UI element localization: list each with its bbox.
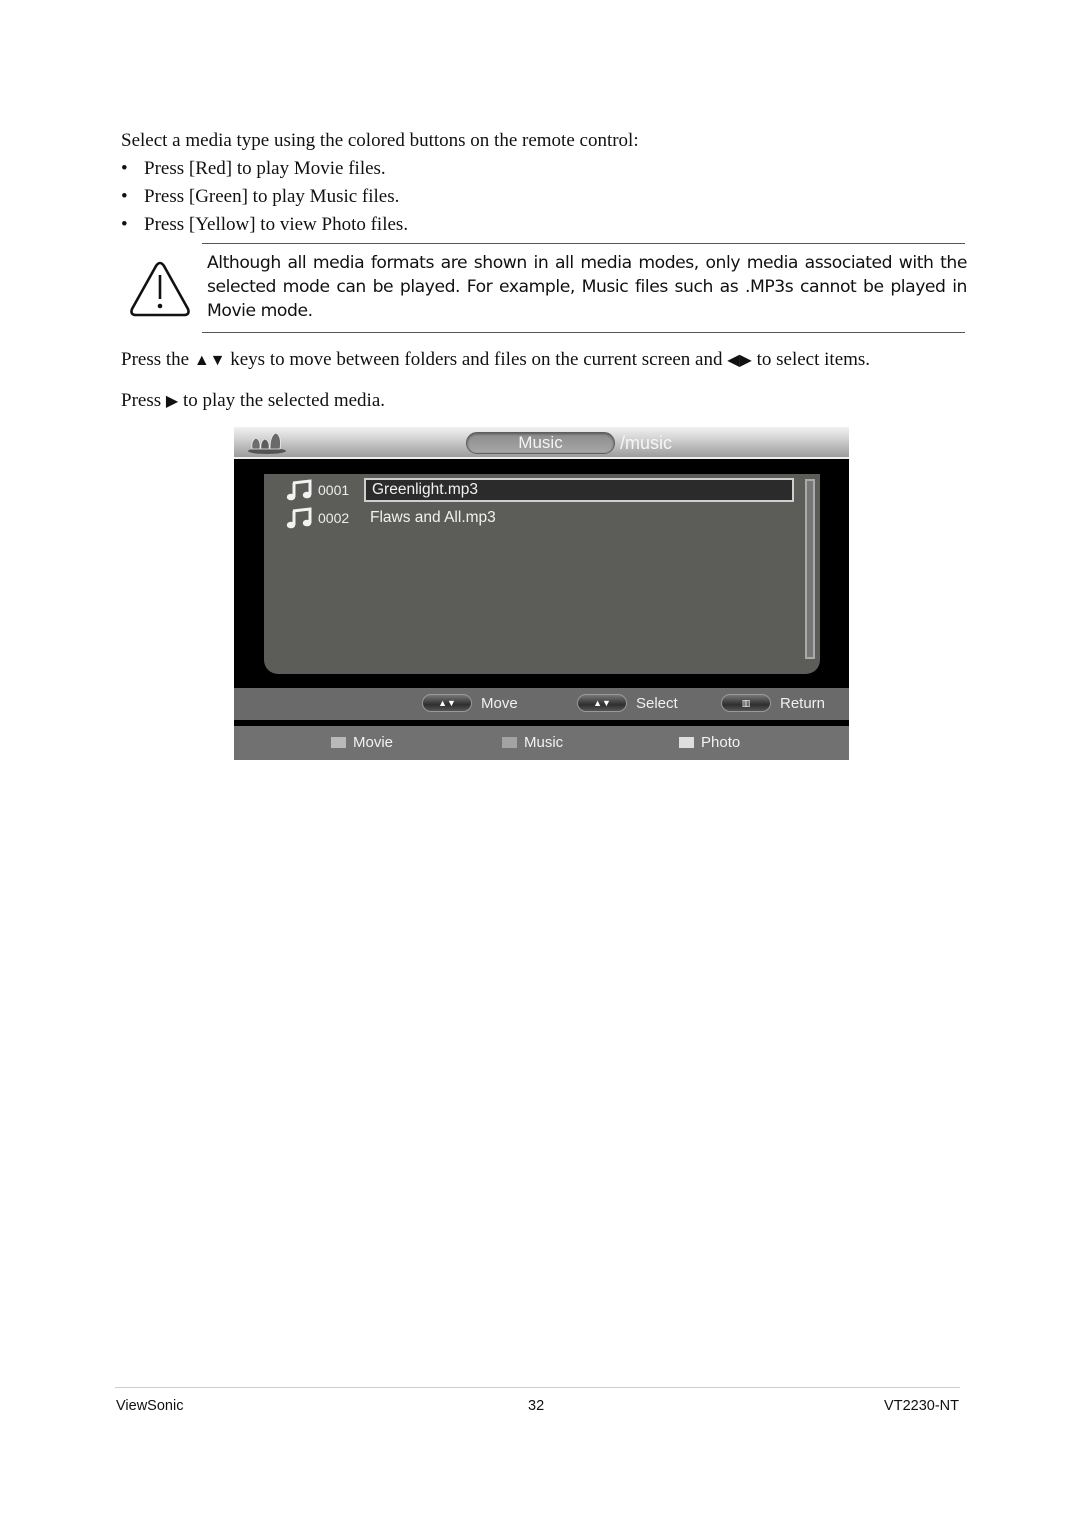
media-browser-header: Music /music: [234, 427, 849, 459]
bullet-marker: •: [121, 158, 128, 179]
footer-model: VT2230-NT: [884, 1398, 959, 1414]
up-down-arrows-icon: ▲▼: [422, 694, 472, 712]
bullet-text: Press [Red] to play Movie files.: [144, 158, 386, 179]
up-down-arrows-icon: ▲▼: [577, 694, 627, 712]
current-path: /music: [620, 433, 673, 453]
mode-label: Music: [524, 734, 564, 751]
mode-bar: Movie Music Photo: [234, 726, 849, 760]
navigation-instruction: Press the ▲▼ keys to move between folder…: [121, 349, 870, 371]
instruction-text: to play the selected media.: [178, 390, 385, 411]
help-return: ▥ Return: [721, 694, 825, 712]
color-swatch-icon: [679, 737, 694, 748]
file-index: 0001: [318, 482, 350, 498]
instruction-text: Press the: [121, 349, 194, 370]
help-bar: ▲▼ Move ▲▼ Select ▥ Return: [234, 688, 849, 720]
music-note-icon: [286, 479, 312, 501]
left-right-arrows-icon: ◀▶: [727, 352, 752, 369]
mode-photo-button[interactable]: Photo: [679, 734, 740, 751]
mode-label: Movie: [353, 734, 394, 751]
warning-icon: [130, 261, 190, 317]
instruction-text: to select items.: [751, 349, 871, 370]
media-mode-label: Music: [466, 432, 615, 454]
mode-label: Photo: [701, 734, 741, 751]
help-label: Move: [481, 694, 518, 712]
mode-music-button[interactable]: Music: [502, 734, 563, 751]
file-name: Greenlight.mp3: [364, 478, 794, 502]
note-text: Although all media formats are shown in …: [207, 253, 967, 321]
bullet-item: • Press [Yellow] to view Photo files.: [121, 211, 639, 239]
file-row-selected[interactable]: 0001 Greenlight.mp3: [286, 478, 794, 502]
file-list: 0001 Greenlight.mp3 0002 Flaws and All.m…: [264, 474, 820, 674]
music-note-icon: [286, 507, 312, 529]
color-swatch-icon: [331, 737, 346, 748]
instruction-text: Press: [121, 390, 166, 411]
menu-icon: ▥: [721, 694, 771, 712]
note-bottom-rule: [202, 332, 965, 333]
instruction-text: keys to move between folders and files o…: [225, 349, 728, 370]
page-number: 32: [528, 1398, 545, 1414]
footer-brand: ViewSonic: [116, 1398, 184, 1414]
file-list-scrollbar[interactable]: [805, 479, 815, 659]
bullet-item: • Press [Green] to play Music files.: [121, 183, 639, 211]
file-row[interactable]: 0002 Flaws and All.mp3: [286, 507, 496, 529]
help-move: ▲▼ Move: [422, 694, 518, 712]
intro-section: Select a media type using the colored bu…: [121, 127, 639, 239]
note-top-rule: [202, 243, 965, 244]
help-label: Select: [636, 694, 678, 712]
mode-movie-button[interactable]: Movie: [331, 734, 393, 751]
footer-rule: [115, 1387, 960, 1388]
bullet-text: Press [Yellow] to view Photo files.: [144, 214, 409, 235]
intro-lead: Select a media type using the colored bu…: [121, 130, 639, 151]
bullet-text: Press [Green] to play Music files.: [144, 186, 400, 207]
warning-note: Although all media formats are shown in …: [128, 243, 967, 333]
media-browser-screen: Music /music 0001 Greenlight.mp3 0002 Fl…: [234, 427, 849, 760]
color-swatch-icon: [502, 737, 517, 748]
help-label: Return: [780, 694, 826, 712]
up-down-arrows-icon: ▲▼: [193, 352, 226, 369]
bullet-marker: •: [121, 186, 128, 207]
file-name: Flaws and All.mp3: [370, 509, 496, 526]
play-arrow-icon: ▶: [165, 393, 179, 410]
bullet-item: • Press [Red] to play Movie files.: [121, 155, 639, 183]
media-logo-icon: [248, 432, 286, 454]
bullet-marker: •: [121, 214, 128, 235]
file-index: 0002: [318, 510, 350, 526]
help-select: ▲▼ Select: [577, 694, 678, 712]
play-instruction: Press ▶ to play the selected media.: [121, 390, 385, 412]
